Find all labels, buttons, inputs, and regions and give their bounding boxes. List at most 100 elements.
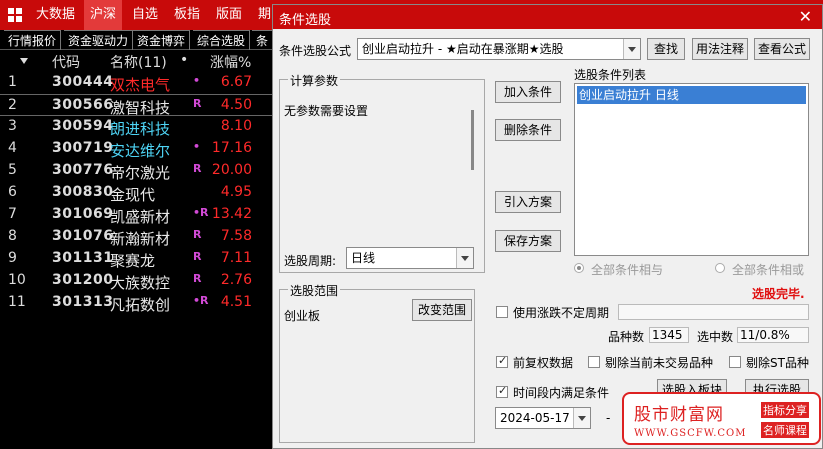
- table-row[interactable]: 4 300719 安达维尔 • 17.16: [0, 138, 300, 160]
- params-title: 计算参数: [288, 72, 341, 89]
- table-header: 代码 名称(11) • 涨幅%: [0, 50, 300, 72]
- exclude-untraded-checkbox[interactable]: [588, 356, 600, 368]
- table-row[interactable]: 5 300776 帝尔激光 R 20.00: [0, 160, 300, 182]
- stock-flag: R: [193, 162, 202, 175]
- period-select[interactable]: 日线: [346, 247, 474, 269]
- change-percent: 8.10: [220, 118, 252, 134]
- stock-code: 301200: [52, 272, 114, 288]
- tab-fund-drive[interactable]: 资金驱动力: [64, 30, 134, 50]
- menu-layout[interactable]: 版面: [210, 0, 248, 30]
- count-field: 1345: [649, 327, 689, 343]
- change-scope-button[interactable]: 改变范围: [412, 299, 472, 321]
- date-separator: -: [606, 411, 611, 425]
- row-index: 6: [8, 184, 17, 200]
- period-label: 选股周期:: [284, 254, 337, 268]
- variable-period-field[interactable]: [618, 304, 809, 320]
- row-index: 8: [8, 228, 17, 244]
- delete-condition-button[interactable]: 删除条件: [495, 119, 561, 141]
- period-value: 日线: [351, 251, 376, 265]
- formula-value: 创业启动拉升 - ★启动在暴涨期★选股: [362, 42, 564, 56]
- menu-board-index[interactable]: 板指: [168, 0, 206, 30]
- close-icon[interactable]: ✕: [799, 7, 812, 26]
- header-dot: •: [180, 52, 189, 68]
- table-row[interactable]: 3 300594 朗进科技 8.10: [0, 116, 300, 138]
- row-index: 11: [8, 294, 26, 310]
- fq-checkbox[interactable]: [496, 354, 508, 368]
- stock-name: 金现代: [110, 186, 156, 204]
- change-percent: 17.16: [211, 140, 252, 156]
- view-formula-button[interactable]: 查看公式: [754, 38, 810, 60]
- params-text: 无参数需要设置: [284, 104, 369, 118]
- tab-condition[interactable]: 条: [252, 30, 274, 50]
- condition-list[interactable]: 创业启动拉升 日线: [574, 83, 809, 256]
- exclude-untraded-label: 剔除当前未交易品种: [605, 356, 714, 370]
- stock-flag: R: [193, 228, 202, 241]
- menu-shanghai-shenzhen[interactable]: 沪深: [84, 0, 123, 30]
- table-row[interactable]: 11 301313 凡拓数创 •R 4.51: [0, 292, 300, 314]
- change-percent: 4.95: [220, 184, 252, 200]
- variable-period-label: 使用涨跌不定周期: [513, 306, 610, 320]
- scope-title: 选股范围: [288, 282, 341, 299]
- watermark-badge-course: 名师课程: [761, 422, 809, 438]
- chevron-down-icon[interactable]: [573, 408, 590, 428]
- formula-select[interactable]: 创业启动拉升 - ★启动在暴涨期★选股: [357, 38, 641, 60]
- table-row[interactable]: 1 300444 双杰电气 • 6.67: [0, 72, 300, 94]
- row-index: 2: [8, 97, 17, 113]
- stock-name: 朗进科技: [110, 120, 171, 138]
- time-range-label: 时间段内满足条件: [513, 386, 610, 400]
- time-range-checkbox[interactable]: [496, 384, 508, 398]
- stock-name: 帝尔激光: [110, 164, 171, 182]
- stock-code: 300566: [52, 97, 114, 113]
- variable-period-checkbox[interactable]: [496, 306, 508, 318]
- save-plan-button[interactable]: 保存方案: [495, 230, 561, 252]
- radio-or-label: 全部条件相或: [732, 263, 805, 277]
- chevron-down-icon[interactable]: [456, 248, 473, 268]
- table-row[interactable]: 10 301200 大族数控 R 2.76: [0, 270, 300, 292]
- change-percent: 2.76: [220, 272, 252, 288]
- table-row[interactable]: 8 301076 新瀚新材 R 7.58: [0, 226, 300, 248]
- stock-flag: R: [193, 272, 202, 285]
- stock-flag: R: [193, 97, 202, 110]
- dialog-title-bar[interactable]: 条件选股 ✕: [273, 5, 822, 29]
- stock-name: 聚赛龙: [110, 252, 156, 270]
- formula-label: 条件选股公式: [279, 44, 352, 58]
- stock-name: 大族数控: [110, 274, 171, 292]
- scrollbar[interactable]: [471, 110, 474, 170]
- tab-quotes[interactable]: 行情报价: [4, 30, 62, 50]
- stock-code: 301313: [52, 294, 114, 310]
- tab-stock-selection[interactable]: 综合选股: [193, 30, 251, 50]
- menu-big-data[interactable]: 大数据: [30, 0, 81, 30]
- add-condition-button[interactable]: 加入条件: [495, 81, 561, 103]
- menu-watchlist[interactable]: 自选: [126, 0, 164, 30]
- import-plan-button[interactable]: 引入方案: [495, 191, 561, 213]
- table-row[interactable]: 6 300830 金现代 4.95: [0, 182, 300, 204]
- watermark-badge-share: 指标分享: [761, 402, 809, 418]
- table-row[interactable]: 9 301131 聚赛龙 R 7.11: [0, 248, 300, 270]
- table-row[interactable]: 7 301069 凯盛新材 •R 13.42: [0, 204, 300, 226]
- tab-fund-game[interactable]: 资金博弈: [133, 30, 191, 50]
- params-group: 计算参数 无参数需要设置 选股周期: 日线: [279, 72, 485, 273]
- header-name[interactable]: 名称(11): [110, 52, 167, 72]
- radio-or[interactable]: [715, 263, 725, 273]
- table-row[interactable]: 2 300566 激智科技 R 4.50: [0, 94, 300, 117]
- list-item[interactable]: 创业启动拉升 日线: [577, 86, 806, 104]
- stock-name: 凯盛新材: [110, 208, 171, 226]
- usage-note-button[interactable]: 用法注释: [692, 38, 748, 60]
- chevron-down-icon[interactable]: [623, 39, 640, 59]
- scope-group: 选股范围 创业板 改变范围: [279, 282, 475, 443]
- stock-code: 301076: [52, 228, 114, 244]
- sort-down-icon[interactable]: [20, 58, 28, 64]
- search-button[interactable]: 查找: [647, 38, 685, 60]
- header-change[interactable]: 涨幅%: [210, 52, 251, 72]
- stock-code: 301131: [52, 250, 114, 266]
- grid-menu-icon[interactable]: [8, 8, 22, 22]
- stock-code: 300719: [52, 140, 114, 156]
- radio-and[interactable]: [574, 263, 584, 273]
- stock-name: 双杰电气: [110, 76, 171, 94]
- row-index: 3: [8, 118, 17, 134]
- header-code[interactable]: 代码: [52, 52, 80, 72]
- exclude-st-checkbox[interactable]: [729, 356, 741, 368]
- change-percent: 6.67: [220, 74, 252, 90]
- start-date-picker[interactable]: 2024-05-17: [495, 407, 591, 429]
- stock-flag: •: [193, 140, 201, 153]
